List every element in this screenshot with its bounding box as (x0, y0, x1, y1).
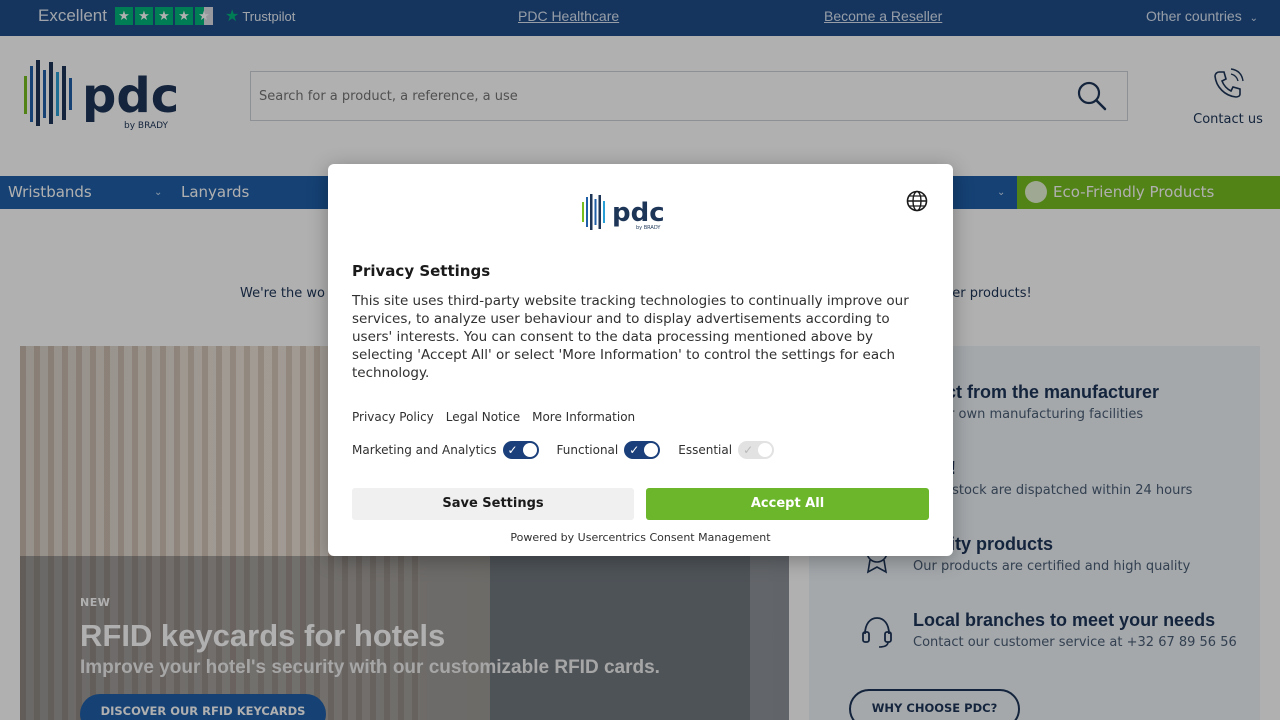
toggle-label: Functional (556, 443, 619, 457)
toggle-functional: Functional ✓ (557, 441, 661, 459)
essential-switch: ✓ (738, 441, 775, 459)
check-icon: ✓ (507, 443, 518, 457)
legal-notice-link[interactable]: Legal Notice (446, 410, 520, 424)
dialog-title: Privacy Settings (352, 262, 491, 280)
toggle-marketing-analytics: Marketing and Analytics ✓ (352, 441, 539, 459)
logo-text: pdc (612, 198, 665, 228)
consent-toggles: Marketing and Analytics ✓ Functional ✓ E… (352, 441, 792, 459)
accept-all-button[interactable]: Accept All (646, 488, 929, 520)
dialog-body: This site uses third-party website track… (352, 293, 909, 381)
toggle-essential: Essential ✓ (678, 441, 775, 459)
switch-knob (758, 443, 773, 457)
save-settings-button[interactable]: Save Settings (352, 488, 634, 520)
check-icon: ✓ (629, 443, 640, 457)
switch-knob (644, 443, 659, 457)
toggle-label: Marketing and Analytics (352, 443, 497, 457)
check-icon: ✓ (743, 443, 754, 457)
more-information-link[interactable]: More Information (532, 410, 635, 424)
switch-knob (522, 443, 537, 457)
functional-switch[interactable]: ✓ (624, 441, 661, 459)
privacy-settings-dialog: pdc by BRADY Privacy Settings This site … (328, 164, 953, 556)
marketing-analytics-switch[interactable]: ✓ (502, 441, 539, 459)
toggle-label: Essential (678, 443, 733, 457)
logo-byline: by BRADY (636, 225, 661, 231)
dialog-links: Privacy Policy Legal Notice More Informa… (352, 410, 635, 424)
powered-by-text: Powered by Usercentrics Consent Manageme… (510, 531, 771, 544)
globe-icon[interactable] (906, 190, 928, 212)
pdc-logo: pdc by BRADY (582, 194, 665, 231)
privacy-policy-link[interactable]: Privacy Policy (352, 410, 434, 424)
